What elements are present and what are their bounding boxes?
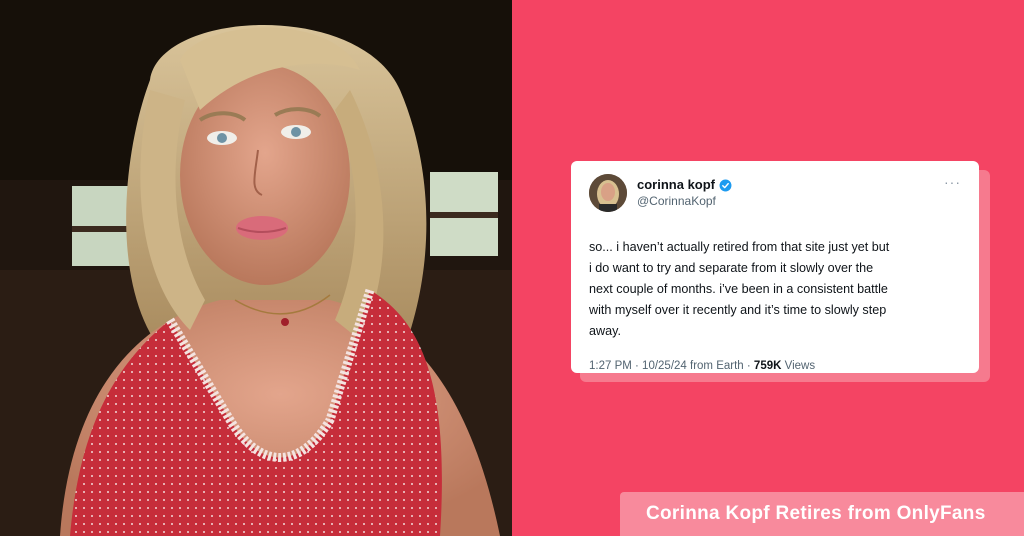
tweet-timestamp[interactable]: 1:27 PM · 10/25/24 from Earth · [589,360,754,372]
tweet-meta: 1:27 PM · 10/25/24 from Earth · 759K Vie… [589,360,961,372]
article-graphic: corinna kopf @CorinnaKopf ··· so... i ha… [0,0,1024,536]
avatar-image [589,174,627,212]
handle[interactable]: @CorinnaKopf [637,193,732,209]
tweet-header: corinna kopf @CorinnaKopf ··· [589,171,961,215]
portrait-photo [0,0,512,536]
views-label: Views [781,360,816,372]
caption-title: Corinna Kopf Retires from OnlyFans [646,503,986,524]
more-options-icon[interactable]: ··· [944,175,961,189]
views-count: 759K [753,360,782,372]
caption-bar: Corinna Kopf Retires from OnlyFans [620,492,1024,536]
tweet-author: corinna kopf @CorinnaKopf [637,177,732,209]
tweet-text: so... i haven’t actually retired from th… [589,240,890,338]
tweet-card: corinna kopf @CorinnaKopf ··· so... i ha… [571,161,979,373]
display-name-row: corinna kopf [637,177,732,193]
display-name[interactable]: corinna kopf [637,177,715,193]
verified-badge-icon [719,179,732,192]
avatar[interactable] [589,174,627,212]
portrait-illustration [0,0,512,536]
